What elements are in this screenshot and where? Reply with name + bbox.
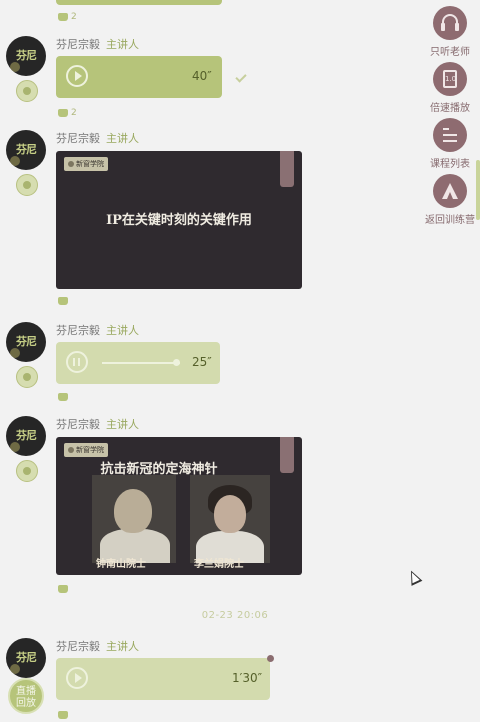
card-title: IP在关键时刻的关键作用 xyxy=(106,213,252,228)
avatar[interactable]: 芬尼 xyxy=(6,322,46,362)
avatar[interactable]: 芬尼 xyxy=(6,36,46,76)
speaker-name: 芬尼宗毅 xyxy=(56,38,100,51)
live-replay-badge[interactable]: 直播 回放 xyxy=(8,678,44,714)
sidebar-item-course-list[interactable]: 课程列表 xyxy=(420,118,480,170)
logo-icon xyxy=(68,447,74,453)
avatar-text: 芬尼 xyxy=(16,49,37,62)
read-check-icon xyxy=(235,71,247,83)
sidebar-label: 课程列表 xyxy=(430,159,470,170)
card-logo: 新窗学院 xyxy=(64,443,108,457)
sidebar-item-back-camp[interactable]: 返回训练营 xyxy=(420,174,480,226)
pause-icon[interactable] xyxy=(66,351,88,373)
speaker-name-row: 芬尼宗毅 主讲人 xyxy=(56,324,139,337)
voice-bubble[interactable]: 40″ xyxy=(56,56,222,98)
sidebar-drag-handle[interactable] xyxy=(476,160,480,220)
thumb-up-icon xyxy=(58,108,68,117)
previous-voice-bubble[interactable] xyxy=(56,0,222,5)
speaker-name-row: 芬尼宗毅 主讲人 xyxy=(56,132,139,145)
speaker-name-row: 芬尼宗毅 主讲人 xyxy=(56,418,139,431)
like-row[interactable] xyxy=(58,584,71,594)
unread-dot xyxy=(267,655,274,662)
card-logo: 新窗学院 xyxy=(64,157,108,171)
photo-right xyxy=(190,475,270,563)
sidebar-label: 返回训练营 xyxy=(425,215,475,226)
photo-caption-left: 钟南山院士 xyxy=(96,559,146,570)
speaker-badge-icon xyxy=(16,460,38,482)
speaker-role: 主讲人 xyxy=(106,38,139,51)
play-icon[interactable] xyxy=(66,65,88,87)
time-separator: 02-23 20:06 xyxy=(201,610,269,621)
sidebar-label: 倍速播放 xyxy=(430,103,470,114)
avatar[interactable]: 芬尼 xyxy=(6,130,46,170)
voice-duration: 40″ xyxy=(192,69,212,83)
voice-bubble-playing[interactable]: 25″ xyxy=(56,342,220,384)
voice-bubble[interactable]: 1′30″ xyxy=(56,658,270,700)
voice-progress-bar[interactable] xyxy=(102,359,180,366)
like-row[interactable] xyxy=(58,392,71,402)
like-row[interactable] xyxy=(58,710,71,720)
voice-duration: 25″ xyxy=(192,355,212,369)
like-row[interactable] xyxy=(58,296,71,306)
logo-icon xyxy=(68,161,74,167)
headphones-icon xyxy=(433,6,467,40)
thumb-up-icon xyxy=(58,12,68,21)
speaker-name-row: 芬尼宗毅 主讲人 xyxy=(56,640,139,653)
progress-knob[interactable] xyxy=(172,359,180,366)
card-scroll-tab xyxy=(280,151,294,187)
thumb-up-icon xyxy=(58,710,68,719)
speaker-badge-icon xyxy=(16,80,38,102)
sidebar-item-listen-teacher[interactable]: 只听老师 xyxy=(420,6,480,58)
thumb-up-icon xyxy=(58,584,68,593)
speed-icon: 1.0 xyxy=(433,62,467,96)
image-card[interactable]: 新窗学院 抗击新冠的定海神针 钟南山院士 李兰娟院士 xyxy=(56,437,302,575)
play-icon[interactable] xyxy=(66,667,88,689)
voice-duration: 1′30″ xyxy=(232,671,263,685)
mouse-cursor-icon xyxy=(405,568,423,586)
thumb-up-icon xyxy=(58,392,68,401)
thumb-up-icon xyxy=(58,296,68,305)
photo-caption-right: 李兰娟院士 xyxy=(194,559,244,570)
sidebar-item-speed[interactable]: 1.0 倍速播放 xyxy=(420,62,480,114)
camp-icon xyxy=(433,174,467,208)
avatar[interactable]: 芬尼 xyxy=(6,416,46,456)
speaker-badge-icon xyxy=(16,366,38,388)
sidebar-label: 只听老师 xyxy=(430,47,470,58)
speaker-name-row: 芬尼宗毅 主讲人 xyxy=(56,36,139,52)
like-row[interactable]: 2 xyxy=(58,12,77,22)
avatar[interactable]: 芬尼 xyxy=(6,638,46,678)
speaker-badge-icon xyxy=(16,174,38,196)
list-icon xyxy=(433,118,467,152)
image-card[interactable]: 新窗学院 IP在关键时刻的关键作用 xyxy=(56,151,302,289)
like-row[interactable]: 2 xyxy=(58,108,77,118)
photo-left xyxy=(92,475,176,563)
